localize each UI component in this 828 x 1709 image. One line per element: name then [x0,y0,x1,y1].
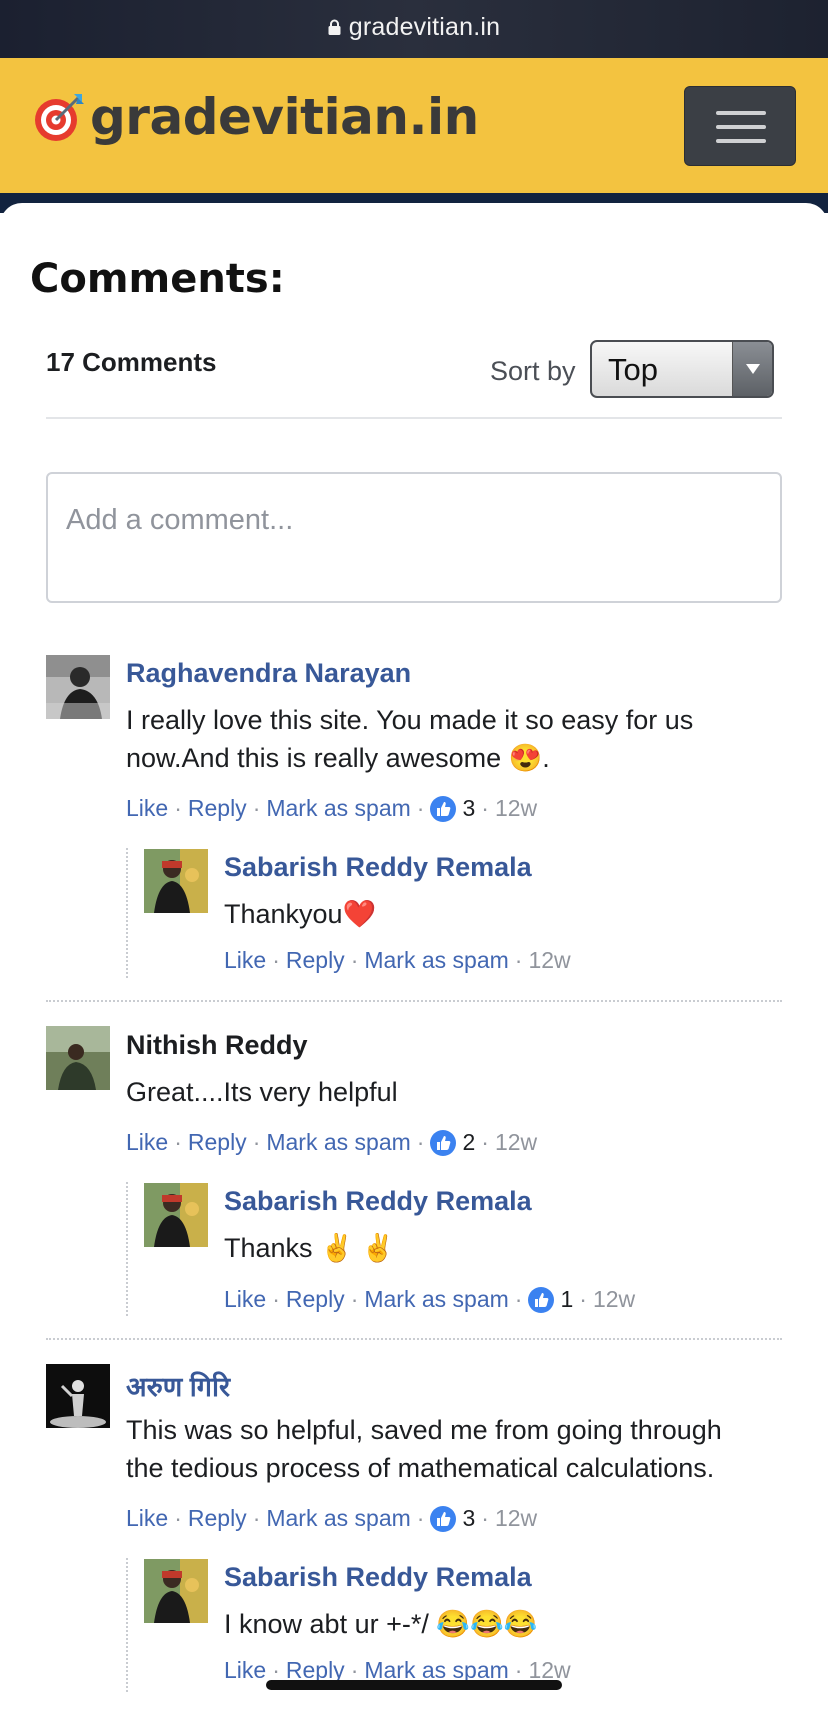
comment-divider [46,1000,782,1002]
hamburger-line [716,139,766,143]
add-comment-input[interactable]: Add a comment... [46,472,782,603]
like-link[interactable]: Like [224,1286,266,1313]
reply-link[interactable]: Reply [188,795,247,822]
divider [46,417,782,419]
url-text: gradevitian.in [348,12,501,41]
mark-as-spam-link[interactable]: Mark as spam [266,1129,410,1156]
avatar[interactable] [46,655,110,719]
browser-url-bar[interactable]: gradevitian.in [0,0,828,58]
separator-dot: · [481,1129,489,1155]
reply-link[interactable]: Reply [286,947,345,974]
reply-author[interactable]: Sabarish Reddy Remala [224,1562,532,1593]
comment-author[interactable]: Nithish Reddy [126,1030,308,1061]
separator-dot: · [174,1505,182,1531]
comment-text-line: the tedious process of mathematical calc… [126,1453,715,1483]
comment-placeholder: Add a comment... [66,504,294,536]
comment-actions: Like · Reply · Mark as spam · 3 · 12w [126,795,537,822]
separator-dot: · [252,1505,261,1531]
reply-text: Thankyou❤️ [224,899,377,929]
reply-link[interactable]: Reply [286,1286,345,1313]
reply-author[interactable]: Sabarish Reddy Remala [224,852,532,883]
like-link[interactable]: Like [224,947,266,974]
separator-dot: · [579,1286,587,1312]
separator-dot: · [174,1129,182,1155]
sort-value: Top [608,352,658,387]
separator-dot: · [350,1286,359,1312]
thumbs-up-icon [528,1286,555,1313]
menu-button[interactable] [684,86,796,166]
home-indicator[interactable] [266,1680,562,1690]
mark-as-spam-link[interactable]: Mark as spam [364,947,508,974]
reply-author[interactable]: Sabarish Reddy Remala [224,1186,532,1217]
separator-dot: · [481,795,489,821]
hamburger-menu-icon [716,111,766,115]
separator-dot: · [174,795,182,821]
reply-time[interactable]: 12w [593,1286,635,1313]
comment-count: 17 Comments [46,347,217,377]
separator-dot: · [416,795,425,821]
separator-dot: · [272,947,280,973]
site-logo[interactable]: gradevitian.in [32,88,479,146]
comment-text-line: I really love this site. You made it so … [126,705,694,735]
like-link[interactable]: Like [126,1129,168,1156]
thumbs-up-icon [430,795,457,822]
reply-thread-line [126,1182,128,1316]
comment-text-line: This was so helpful, saved me from going… [126,1415,722,1445]
reply-actions: Like · Reply · Mark as spam · 1 · 12w [224,1286,635,1313]
avatar[interactable] [46,1364,110,1428]
hamburger-line [716,125,766,129]
separator-dot: · [514,947,523,973]
page-title: Comments: [30,256,285,302]
thumbs-up-icon [430,1129,457,1156]
like-count: 3 [462,1505,476,1531]
logo-text: gradevitian.in [90,88,479,146]
separator-dot: · [416,1505,425,1531]
mark-as-spam-link[interactable]: Mark as spam [364,1286,508,1313]
separator-dot: · [272,1286,280,1312]
reply-link[interactable]: Reply [188,1129,247,1156]
sort-select[interactable]: Top [590,340,774,398]
avatar[interactable] [144,1559,208,1623]
like-count: 1 [560,1286,574,1312]
lock-icon [328,19,341,35]
like-link[interactable]: Like [224,1657,266,1684]
comment-text-line: now.And this is really awesome 😍. [126,743,550,773]
avatar[interactable] [144,849,208,913]
like-link[interactable]: Like [126,795,168,822]
reply-text: Thanks ✌️ ✌️ [224,1233,395,1263]
reply-thread-line [126,1558,128,1692]
chevron-down-icon [732,342,772,396]
comment-time[interactable]: 12w [495,795,537,822]
site-header: gradevitian.in [0,58,828,193]
separator-dot: · [252,795,261,821]
reply-time[interactable]: 12w [528,947,570,974]
separator-dot: · [514,1286,523,1312]
like-link[interactable]: Like [126,1505,168,1532]
comment-author[interactable]: Raghavendra Narayan [126,658,411,689]
reply-thread-line [126,848,128,978]
mark-as-spam-link[interactable]: Mark as spam [266,795,410,822]
avatar[interactable] [144,1183,208,1247]
separator-dot: · [416,1129,425,1155]
reply-link[interactable]: Reply [188,1505,247,1532]
comment-actions: Like · Reply · Mark as spam · 3 · 12w [126,1505,537,1532]
comment-divider [46,1338,782,1340]
comment-actions: Like · Reply · Mark as spam · 2 · 12w [126,1129,537,1156]
comment-time[interactable]: 12w [495,1129,537,1156]
mark-as-spam-link[interactable]: Mark as spam [266,1505,410,1532]
avatar[interactable] [46,1026,110,1090]
reply-text: I know abt ur +-*/ 😂😂😂 [224,1609,538,1639]
comment-time[interactable]: 12w [495,1505,537,1532]
like-count: 3 [462,795,476,821]
comment-text-line: Great....Its very helpful [126,1077,398,1107]
like-count: 2 [462,1129,476,1155]
target-dart-icon [35,94,84,141]
separator-dot: · [252,1129,261,1155]
separator-dot: · [481,1505,489,1531]
sort-label: Sort by [490,356,576,386]
separator-dot: · [350,947,359,973]
thumbs-up-icon [430,1505,457,1532]
reply-actions: Like · Reply · Mark as spam · 12w [224,947,571,974]
comment-author[interactable]: अरुण गिरि [126,1367,230,1404]
